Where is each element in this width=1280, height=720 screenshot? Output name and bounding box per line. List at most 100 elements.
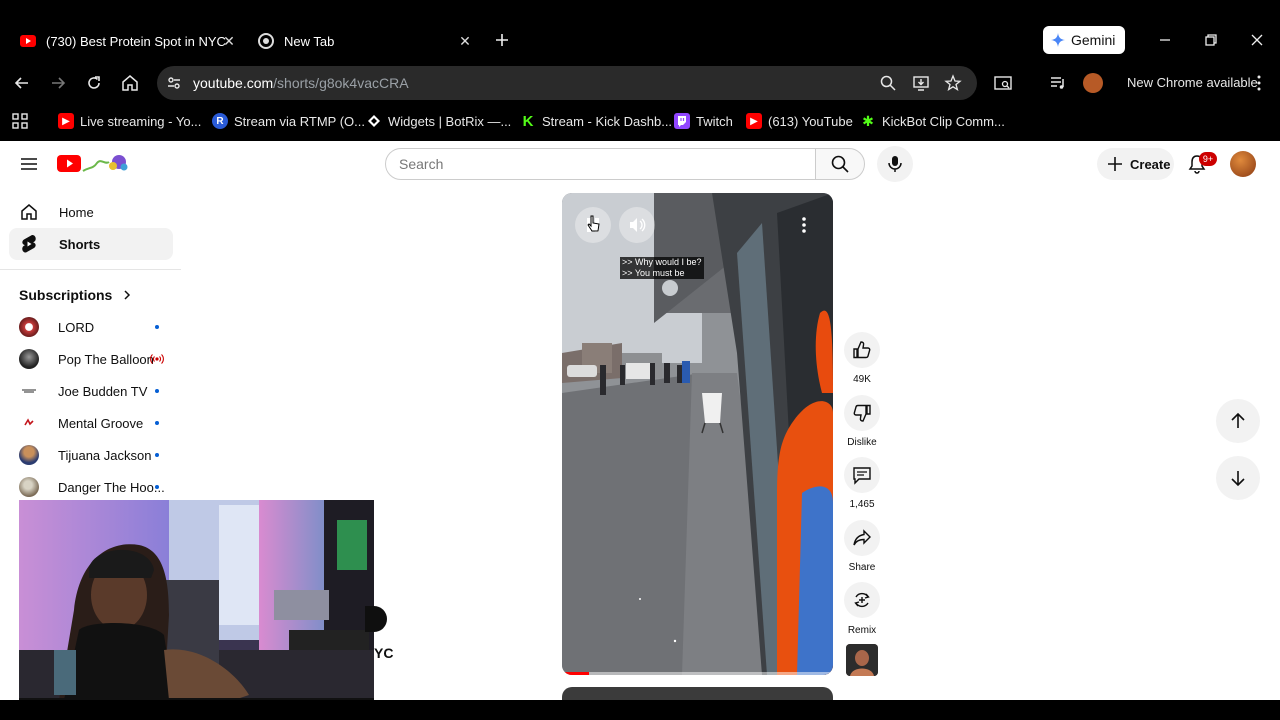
- search-button[interactable]: [815, 148, 865, 180]
- youtube-icon: ▶: [58, 113, 74, 129]
- apps-grid-icon[interactable]: [11, 112, 29, 130]
- account-avatar[interactable]: [1230, 151, 1256, 177]
- share-button[interactable]: [844, 520, 880, 556]
- masthead: Create 9+: [0, 141, 1280, 187]
- remix-label: Remix: [847, 625, 877, 636]
- chrome-menu-icon[interactable]: [1249, 73, 1269, 93]
- dislike-label: Dislike: [847, 437, 877, 448]
- youtube-favicon-icon: [20, 35, 36, 47]
- channel-name: Danger The Hoo...: [58, 479, 165, 495]
- bookmark-star-icon[interactable]: [944, 74, 962, 92]
- new-content-dot: [155, 453, 159, 457]
- gemini-sparkle-icon: [1051, 33, 1065, 47]
- like-button[interactable]: [844, 332, 880, 368]
- channel-avatar: [19, 349, 39, 369]
- search-box[interactable]: [385, 148, 816, 180]
- close-tab-icon[interactable]: ✕: [456, 32, 474, 50]
- mute-button[interactable]: [619, 207, 655, 243]
- search-input[interactable]: [399, 156, 799, 172]
- bookmark-live-streaming[interactable]: ▶ Live streaming - Yo...: [58, 112, 201, 130]
- home-button-icon[interactable]: [120, 73, 140, 93]
- voice-search-button[interactable]: [877, 146, 913, 182]
- sidebar-item-home[interactable]: Home: [9, 196, 173, 228]
- subscription-item[interactable]: Mental Groove: [19, 411, 169, 435]
- forward-icon[interactable]: [48, 73, 68, 93]
- bookmark-label: Stream - Kick Dashb...: [542, 113, 673, 129]
- bookmark-kick-dashboard[interactable]: K Stream - Kick Dashb...: [520, 112, 672, 130]
- sound-thumbnail[interactable]: [846, 644, 878, 676]
- subscriptions-header[interactable]: Subscriptions: [19, 287, 132, 303]
- gemini-button[interactable]: Gemini: [1043, 26, 1125, 54]
- subscription-item[interactable]: Danger The Hoo...: [19, 475, 169, 499]
- comment-count: 1,465: [849, 499, 875, 510]
- bookmark-botrix[interactable]: Widgets | BotRix —...: [366, 112, 511, 130]
- like-count: 49K: [853, 374, 871, 385]
- share-icon: [852, 528, 872, 548]
- close-tab-icon[interactable]: ✕: [220, 32, 238, 50]
- tab-search-icon[interactable]: [993, 73, 1013, 93]
- close-window-icon[interactable]: [1247, 30, 1267, 50]
- volume-icon: [628, 216, 646, 234]
- channel-avatar: [19, 477, 39, 497]
- new-chrome-available[interactable]: New Chrome available: [1127, 75, 1258, 90]
- shorts-player[interactable]: >> Why would I be? >> You must be: [562, 193, 833, 675]
- bookmarks-bar: ▶ Live streaming - Yo... R Stream via RT…: [0, 102, 1280, 140]
- kickbot-icon: ✱: [862, 112, 874, 129]
- previous-short-button[interactable]: [1216, 399, 1260, 443]
- address-bar[interactable]: youtube.com/shorts/g8ok4vacCRA: [157, 66, 977, 100]
- shorts-icon: [19, 234, 39, 254]
- media-controls-icon[interactable]: [1048, 73, 1068, 93]
- subscription-item[interactable]: Tijuana Jackson: [19, 443, 169, 467]
- bookmark-youtube[interactable]: ▶ (613) YouTube: [746, 112, 853, 130]
- bookmark-restream[interactable]: R Stream via RTMP (O...: [212, 112, 365, 130]
- create-label: Create: [1130, 156, 1171, 172]
- url-host: youtube.com: [193, 75, 274, 91]
- bookmark-label: Stream via RTMP (O...: [234, 113, 365, 129]
- zoom-icon[interactable]: [879, 74, 897, 92]
- url-text: youtube.com/shorts/g8ok4vacCRA: [193, 75, 409, 91]
- subscription-item[interactable]: Pop The Balloon: [19, 347, 169, 371]
- install-app-icon[interactable]: [912, 74, 930, 92]
- back-icon[interactable]: [12, 73, 32, 93]
- restore-icon[interactable]: [1201, 30, 1221, 50]
- video-progress-bar[interactable]: [562, 672, 833, 675]
- reload-icon[interactable]: [84, 73, 104, 93]
- video-progress-fill: [562, 672, 590, 675]
- tab-new-tab[interactable]: New Tab ✕: [258, 26, 474, 56]
- sidebar-item-label: Home: [59, 204, 94, 220]
- remix-button[interactable]: [844, 582, 880, 618]
- bookmark-twitch[interactable]: Twitch: [674, 112, 733, 130]
- new-tab-icon[interactable]: [493, 31, 511, 49]
- site-info-icon[interactable]: [165, 74, 183, 92]
- profile-avatar[interactable]: [1083, 73, 1103, 93]
- channel-avatar-partial[interactable]: [365, 606, 387, 632]
- minimize-icon[interactable]: [1155, 30, 1175, 50]
- next-short-button[interactable]: [1216, 456, 1260, 500]
- botrix-icon: [366, 113, 382, 129]
- channel-name: Joe Budden TV: [58, 383, 148, 399]
- youtube-logo[interactable]: [57, 153, 131, 175]
- subscription-item[interactable]: Joe Budden TV: [19, 379, 169, 403]
- comments-button[interactable]: [844, 457, 880, 493]
- bottom-letterbox: [0, 700, 1280, 720]
- live-broadcast-icon: [150, 352, 164, 366]
- tab-youtube[interactable]: (730) Best Protein Spot in NYC ✕: [20, 26, 238, 56]
- bookmark-kickbot[interactable]: ✱ KickBot Clip Comm...: [860, 112, 1005, 130]
- youtube-page: Create 9+ Home Shorts Subscriptions: [0, 141, 1280, 700]
- bookmark-label: Widgets | BotRix —...: [388, 113, 512, 129]
- dislike-button[interactable]: [844, 395, 880, 431]
- home-icon: [19, 202, 39, 222]
- sidebar-item-shorts[interactable]: Shorts: [9, 228, 173, 260]
- tab-title: New Tab: [284, 33, 335, 49]
- share-label: Share: [848, 562, 876, 573]
- create-button[interactable]: Create: [1097, 148, 1174, 180]
- guide-menu-icon[interactable]: [19, 154, 39, 174]
- channel-name: Pop The Balloon: [58, 351, 154, 367]
- more-options-icon[interactable]: [796, 215, 812, 235]
- bookmark-label: (613) YouTube: [768, 113, 853, 129]
- subscription-item[interactable]: LORD: [19, 315, 169, 339]
- new-content-dot: [155, 325, 159, 329]
- plus-icon: [1107, 156, 1123, 172]
- next-short-preview[interactable]: [562, 687, 833, 700]
- webcam-overlay: [19, 500, 374, 700]
